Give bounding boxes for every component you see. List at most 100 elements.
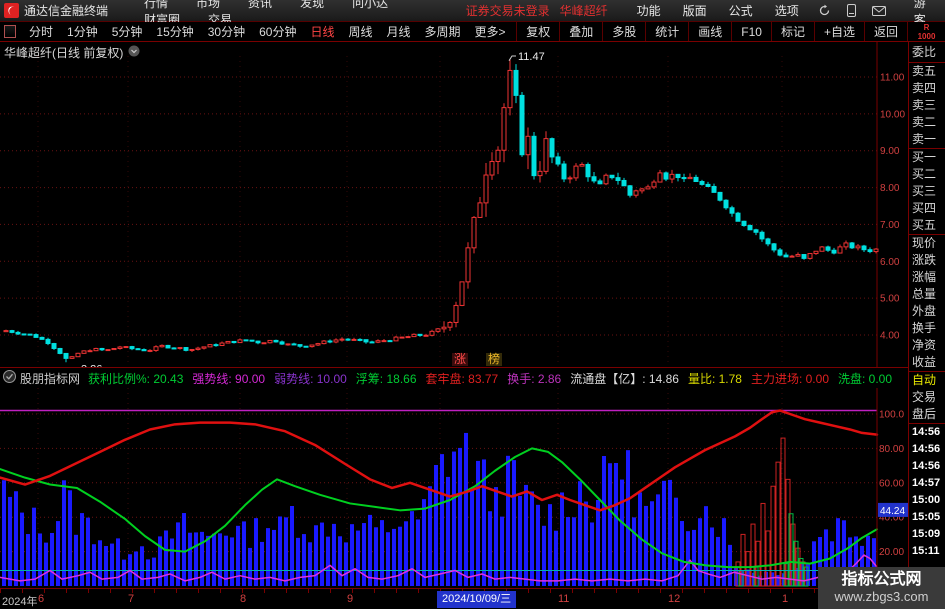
svg-text:11.47: 11.47 [518,51,545,63]
quote-row-stat[interactable]: 涨跌 [909,252,945,269]
quote-row-buy[interactable]: 买一 [909,149,945,166]
refresh-icon[interactable] [818,4,831,17]
period-monthly[interactable]: 月线 [380,23,418,40]
tick-time-row[interactable]: 14:57 [909,475,945,492]
indicator-values: 获利比例%: 20.43 强势线: 90.00 弱势线: 10.00 浮筹: 18.6… [88,370,901,387]
tool-f10[interactable]: F10 [731,22,771,41]
period-weekly[interactable]: 周线 [341,23,379,40]
tick-time-row[interactable]: 15:09 [909,526,945,543]
quick-badges: 涨榜 [452,353,503,366]
tool-draw-line[interactable]: 画线 [688,22,731,41]
app-logo-icon [4,3,19,18]
svg-text:4.00: 4.00 [880,330,900,341]
tdx-terminal-window: 通达信金融终端 行情 市场 资讯 发现 问小达财富圈 交易 证券交易未登录 华峰超纤 功能… [0,0,945,609]
quote-row-stat[interactable]: 现价 [909,235,945,252]
tick-time-row[interactable]: 14:56 [909,458,945,475]
quote-row-buy[interactable]: 买四 [909,200,945,217]
indicator-field: 强势线: 90.00 [192,371,266,386]
chevron-down-icon[interactable] [128,45,140,60]
badge-limit-up[interactable]: 涨 [452,353,469,366]
tick-time-row[interactable]: 14:56 [909,424,945,441]
indicator-source[interactable]: 股朋指标网 [20,370,80,387]
rate-top: R [923,23,930,32]
menu-item-layout[interactable]: 版面 [672,2,718,19]
svg-text:60.00: 60.00 [879,478,904,489]
period-timeshare[interactable]: 分时 [22,23,60,40]
cursor-date-label: 2024/10/09/三 [437,591,517,608]
chart-tools: 复权 叠加 多股 统计 画线 F10 标记 +自选 返回 [516,22,908,41]
svg-text:9.00: 9.00 [880,146,900,157]
panel-action[interactable]: 交易 [909,389,945,406]
tool-add-watchlist[interactable]: +自选 [813,22,864,41]
quote-row-stat[interactable]: 收益 [909,354,945,371]
rate-bottom: 1000 [917,32,936,41]
quote-row-sell[interactable]: 卖五 [909,63,945,80]
tool-adjust-price[interactable]: 复权 [516,22,559,41]
tick-time-row[interactable]: 15:11 [909,543,945,560]
badge-ranking[interactable]: 榜 [486,353,503,366]
tick-time-row[interactable]: 15:05 [909,509,945,526]
tool-overlay[interactable]: 叠加 [559,22,602,41]
period-5min[interactable]: 5分钟 [105,23,150,40]
quote-row-sell[interactable]: 卖四 [909,80,945,97]
quote-row-sell[interactable]: 卖三 [909,97,945,114]
tool-multi-stock[interactable]: 多股 [602,22,645,41]
indicator-field: 套牢盘: 83.77 [425,371,499,386]
axis-month-label: 6 [38,593,45,605]
menubar-icons [818,4,886,17]
period-multi[interactable]: 多周期 [418,23,468,40]
period-60min[interactable]: 60分钟 [252,23,303,40]
tool-mark[interactable]: 标记 [770,22,814,41]
indicator-field: 弱势线: 10.00 [274,371,347,386]
indicator-logo-icon[interactable] [3,370,16,386]
panel-action[interactable]: 自动 [909,372,945,389]
svg-text:6.00: 6.00 [880,257,900,268]
quote-row-ratio[interactable]: 委比 [909,42,945,62]
indicator-field: 获利比例%: 20.43 [88,371,184,386]
mail-icon[interactable] [871,5,886,16]
period-15min[interactable]: 15分钟 [149,23,200,40]
mobile-icon[interactable] [846,4,856,17]
quote-row-stat[interactable]: 净资 [909,337,945,354]
tick-time-row[interactable]: 14:56 [909,441,945,458]
menu-item-discover[interactable]: 发现 [286,0,338,10]
svg-text:11.00: 11.00 [880,73,905,84]
quote-row-buy[interactable]: 买二 [909,166,945,183]
menu-item-market[interactable]: 市场 [182,0,234,10]
menu-item-news[interactable]: 资讯 [234,0,286,10]
notice-stock-name[interactable]: 华峰超纤 [560,2,608,19]
period-more[interactable]: 更多> [468,23,513,40]
main-chart-area: 11.0010.009.008.007.006.005.004.0011.47←… [0,42,908,367]
quote-row-stat[interactable]: 总量 [909,286,945,303]
period-30min[interactable]: 30分钟 [201,23,252,40]
quote-row-stat[interactable]: 换手 [909,320,945,337]
tool-statistics[interactable]: 统计 [645,22,688,41]
menu-item-features[interactable]: 功能 [626,2,672,19]
quote-row-stat[interactable]: 外盘 [909,303,945,320]
menu-item-formula[interactable]: 公式 [718,2,764,19]
indicator-plot[interactable]: 100.080.0060.0040.0020.0044.24 [0,388,908,588]
menu-item-ask-xiaoda[interactable]: 问小达 [338,0,402,10]
svg-text:20.00: 20.00 [879,547,904,558]
quote-panel: 委比 卖五 卖四 卖三 卖二 卖一 买一 买二 买三 买四 买五 现价 涨跌 涨幅 总量 外盘 换手 净资 收益 自动… [908,42,945,609]
tool-back[interactable]: 返回 [863,22,908,41]
panel-action[interactable]: 盘后 [909,406,945,423]
svg-text:10.00: 10.00 [880,109,905,120]
candlestick-plot[interactable]: 11.0010.009.008.007.006.005.004.0011.47←… [0,42,908,367]
indicator-field: 主力进场: 0.00 [750,371,829,386]
chart-mode-icon[interactable] [4,25,16,38]
menu-item-options[interactable]: 选项 [764,2,810,19]
quote-row-buy[interactable]: 买五 [909,217,945,234]
quote-row-buy[interactable]: 买三 [909,183,945,200]
tick-time-row[interactable]: 15:00 [909,492,945,509]
indicator-field: 流通盘【亿】: 14.86 [570,371,679,386]
period-daily[interactable]: 日线 [303,23,341,40]
quote-row-sell[interactable]: 卖一 [909,131,945,148]
quote-row-stat[interactable]: 涨幅 [909,269,945,286]
quote-row-sell[interactable]: 卖二 [909,114,945,131]
chart-title-row: 华峰超纤(日线 前复权) [4,44,140,61]
menu-item-quotes[interactable]: 行情 [130,0,182,10]
watermark-url: www.zbgs3.com [834,589,929,604]
login-status[interactable]: 证券交易未登录 [466,2,550,19]
period-1min[interactable]: 1分钟 [60,23,105,40]
